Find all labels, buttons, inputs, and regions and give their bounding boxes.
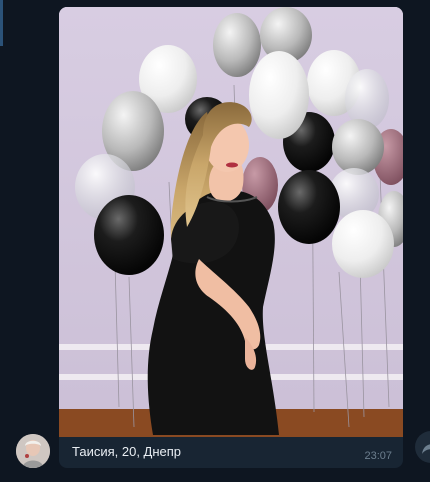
sender-avatar[interactable] xyxy=(16,434,50,468)
photo-illustration xyxy=(59,7,403,437)
left-accent-bar xyxy=(0,0,3,46)
message-photo[interactable] xyxy=(59,7,403,437)
avatar-icon xyxy=(16,434,50,468)
message-caption: Таисия, 20, Днепр xyxy=(72,444,182,459)
forward-button[interactable] xyxy=(415,431,430,463)
message-bubble[interactable]: Таисия, 20, Днепр 23:07 xyxy=(59,7,403,468)
message-caption-row: Таисия, 20, Днепр 23:07 xyxy=(59,437,403,468)
forward-icon xyxy=(422,444,430,454)
message-timestamp: 23:07 xyxy=(364,450,392,462)
chat-area[interactable]: Таисия, 20, Днепр 23:07 xyxy=(0,0,430,482)
